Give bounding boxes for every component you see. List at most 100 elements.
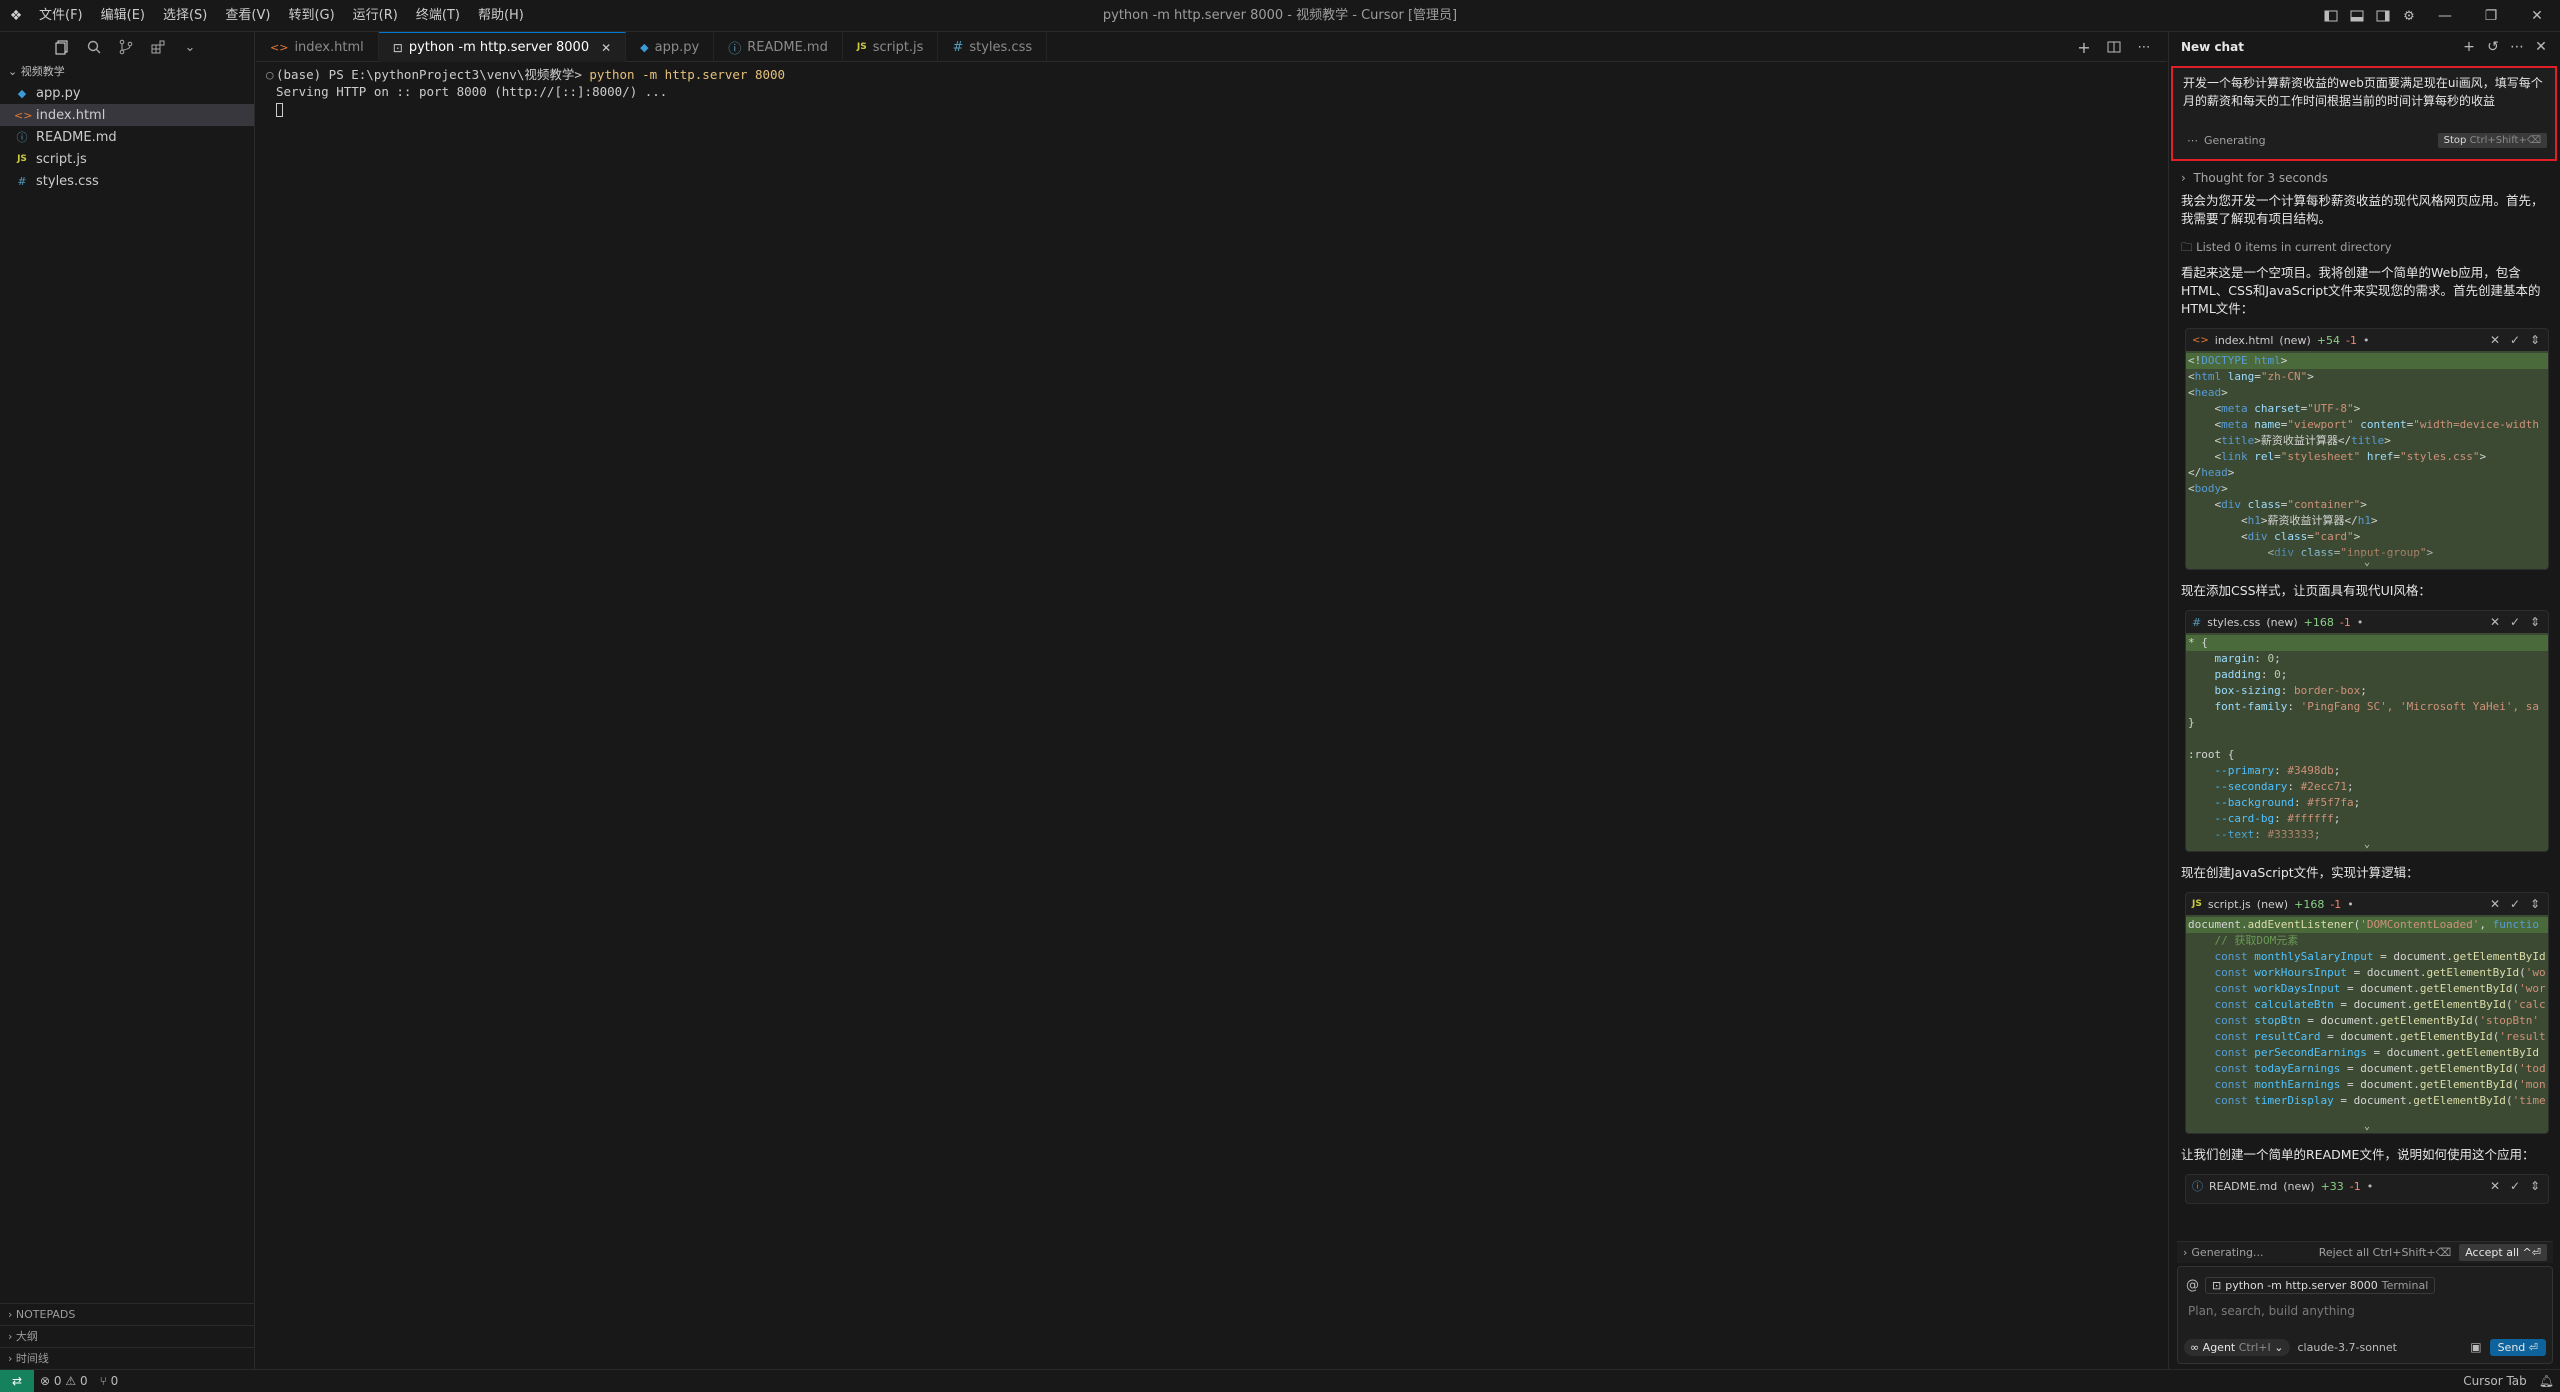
chat-input[interactable] [2188, 1301, 2544, 1321]
chevron-down-icon[interactable]: ⌄ [2364, 1121, 2370, 1132]
assistant-paragraph: 现在创建JavaScript文件，实现计算逻辑： [2181, 865, 2419, 880]
terminal-prompt: (base) PS E:\pythonProject3\venv\视频教学> [276, 67, 590, 82]
section-label: 大纲 [15, 1330, 38, 1343]
python-file-icon: ◆ [17, 86, 27, 100]
card-filename: script.js [2207, 897, 2251, 911]
notepads-section[interactable]: › NOTEPADS [0, 1303, 254, 1325]
search-icon[interactable] [84, 37, 104, 57]
menu-go[interactable]: 转到(G) [279, 0, 343, 32]
javascript-file-icon: JS [17, 154, 27, 164]
accept-all-button[interactable]: Accept all ^⏎ [2459, 1244, 2547, 1261]
close-window-button[interactable]: ✕ [2514, 0, 2560, 32]
card-deletions: -1 [2349, 1179, 2361, 1193]
code-card-script-js[interactable]: JS script.js (new) +168 -1 • ✕ ✓ ⇕ docum… [2185, 892, 2549, 1134]
model-selector[interactable]: claude-3.7-sonnet [2298, 1341, 2397, 1354]
history-icon[interactable]: ↺ [2482, 36, 2504, 58]
menu-edit[interactable]: 编辑(E) [92, 0, 154, 32]
file-item-index-html[interactable]: <> index.html [0, 104, 254, 126]
expand-icon[interactable]: ⇕ [2528, 1179, 2542, 1193]
menu-help[interactable]: 帮助(H) [469, 0, 533, 32]
split-editor-icon[interactable] [2101, 31, 2127, 63]
menu-selection[interactable]: 选择(S) [154, 0, 216, 32]
image-attach-icon[interactable]: ▣ [2470, 1340, 2481, 1354]
toggle-secondary-sidebar-icon[interactable] [2370, 0, 2396, 32]
reject-x-icon[interactable]: ✕ [2488, 1179, 2502, 1193]
remote-connection-icon[interactable]: ⇄ [0, 1369, 34, 1392]
menu-run[interactable]: 运行(R) [344, 0, 407, 32]
file-item-app-py[interactable]: ◆ app.py [0, 82, 254, 104]
reject-x-icon[interactable]: ✕ [2488, 615, 2502, 629]
problems-indicator[interactable]: ⊗ 0 ⚠ 0 [34, 1374, 94, 1388]
chevron-down-icon[interactable]: ⌄ [2364, 839, 2370, 850]
accept-check-icon[interactable]: ✓ [2508, 333, 2522, 347]
code-card-styles-css[interactable]: # styles.css (new) +168 -1 • ✕ ✓ ⇕ * { m… [2185, 610, 2549, 852]
accept-check-icon[interactable]: ✓ [2508, 1179, 2522, 1193]
user-message-bubble[interactable]: 开发一个每秒计算薪资收益的web页面要满足现在ui画风，填写每个月的薪资和每天的… [2171, 66, 2557, 161]
info-file-icon: ⓘ [16, 131, 28, 144]
cursor-logo-icon: ❖ [9, 8, 23, 24]
reject-x-icon[interactable]: ✕ [2488, 333, 2502, 347]
terminal-panel[interactable]: ○ (base) PS E:\pythonProject3\venv\视频教学> … [256, 62, 2145, 1369]
chevron-right-icon[interactable]: › [2183, 1246, 2187, 1259]
toggle-panel-icon[interactable] [2344, 0, 2370, 32]
terminal-output: Serving HTTP on :: port 8000 (http://[::… [276, 84, 668, 99]
file-item-script-js[interactable]: JS script.js [0, 148, 254, 170]
code-card-index-html[interactable]: <> index.html (new) +54 -1 • ✕ ✓ ⇕ <!DOC… [2185, 328, 2549, 570]
tab-index-html[interactable]: <> index.html [256, 32, 379, 62]
more-options-icon[interactable]: ⋯ [2506, 36, 2528, 58]
send-button[interactable]: Send ⏎ [2489, 1338, 2546, 1356]
file-name: index.html [36, 107, 106, 123]
source-control-icon[interactable] [116, 37, 136, 57]
terminal-icon: ⊡ [392, 40, 403, 55]
chevron-down-icon[interactable]: ⌄ [180, 37, 200, 57]
toggle-primary-sidebar-icon[interactable] [2318, 0, 2344, 32]
menu-file[interactable]: 文件(F) [30, 0, 92, 32]
close-icon[interactable]: ✕ [2530, 36, 2552, 58]
menu-terminal[interactable]: 终端(T) [407, 0, 469, 32]
new-terminal-plus-icon[interactable]: + [2071, 31, 2097, 63]
tab-readme-md[interactable]: ⓘ README.md [714, 32, 843, 62]
explorer-files-icon[interactable] [52, 37, 72, 57]
tab-terminal-server[interactable]: ⊡ python -m http.server 8000 ✕ [378, 32, 627, 62]
accept-check-icon[interactable]: ✓ [2508, 897, 2522, 911]
restore-button[interactable]: ❐ [2468, 0, 2514, 32]
more-actions-icon[interactable]: ⋯ [2131, 31, 2157, 63]
close-icon[interactable]: ✕ [601, 41, 611, 55]
tab-styles-css[interactable]: # styles.css [938, 32, 1048, 62]
expand-icon[interactable]: ⇕ [2528, 333, 2542, 347]
status-bar: ⇄ ⊗ 0 ⚠ 0 ⑂ 0 Cursor Tab 🔔︎ [0, 1369, 2560, 1392]
extensions-icon[interactable] [148, 37, 168, 57]
file-item-styles-css[interactable]: # styles.css [0, 170, 254, 192]
reject-x-icon[interactable]: ✕ [2488, 897, 2502, 911]
expand-icon[interactable]: ⇕ [2528, 897, 2542, 911]
tab-label: python -m http.server 8000 [408, 40, 590, 55]
thought-toggle[interactable]: › Thought for 3 seconds [2181, 168, 2553, 188]
accept-check-icon[interactable]: ✓ [2508, 615, 2522, 629]
reject-all-button[interactable]: Reject all Ctrl+Shift+⌫ [2319, 1246, 2452, 1259]
menu-bar: 文件(F) 编辑(E) 选择(S) 查看(V) 转到(G) 运行(R) 终端(T… [30, 0, 533, 32]
context-pill-terminal[interactable]: ⊡ python -m http.server 8000 Terminal [2205, 1276, 2436, 1294]
add-context-icon[interactable]: @ [2186, 1278, 2199, 1293]
notifications-bell-icon[interactable]: 🔔︎ [2533, 1374, 2560, 1388]
chevron-down-icon[interactable]: ⌄ [2364, 557, 2370, 568]
section-label: 时间线 [15, 1352, 49, 1365]
tab-script-js[interactable]: JS script.js [843, 32, 939, 62]
note-label: Listed 0 items in current directory [2196, 240, 2392, 254]
menu-view[interactable]: 查看(V) [216, 0, 279, 32]
terminal-icon: ⊡ [2212, 1278, 2222, 1292]
settings-gear-icon[interactable]: ⚙ [2396, 0, 2422, 32]
agent-mode-selector[interactable]: ∞ Agent Ctrl+I ⌄ [2184, 1338, 2290, 1356]
model-label: claude-3.7-sonnet [2297, 1340, 2397, 1354]
file-item-readme-md[interactable]: ⓘ README.md [0, 126, 254, 148]
cursor-tab-status[interactable]: Cursor Tab [2457, 1374, 2533, 1388]
code-card-readme-md[interactable]: ⓘ README.md (new) +33 -1 • ✕ ✓ ⇕ [2185, 1174, 2549, 1204]
outline-section[interactable]: › 大纲 [0, 1325, 254, 1347]
timeline-section[interactable]: › 时间线 [0, 1347, 254, 1369]
explorer-root-folder[interactable]: ⌄ 视频教学 [0, 62, 254, 82]
stop-button[interactable]: Stop Ctrl+Shift+⌫ [2437, 132, 2547, 148]
tab-app-py[interactable]: ◆ app.py [626, 32, 715, 62]
ports-indicator[interactable]: ⑂ 0 [94, 1374, 125, 1388]
minimize-button[interactable]: — [2422, 0, 2468, 32]
new-chat-plus-icon[interactable]: + [2458, 36, 2480, 58]
expand-icon[interactable]: ⇕ [2528, 615, 2542, 629]
